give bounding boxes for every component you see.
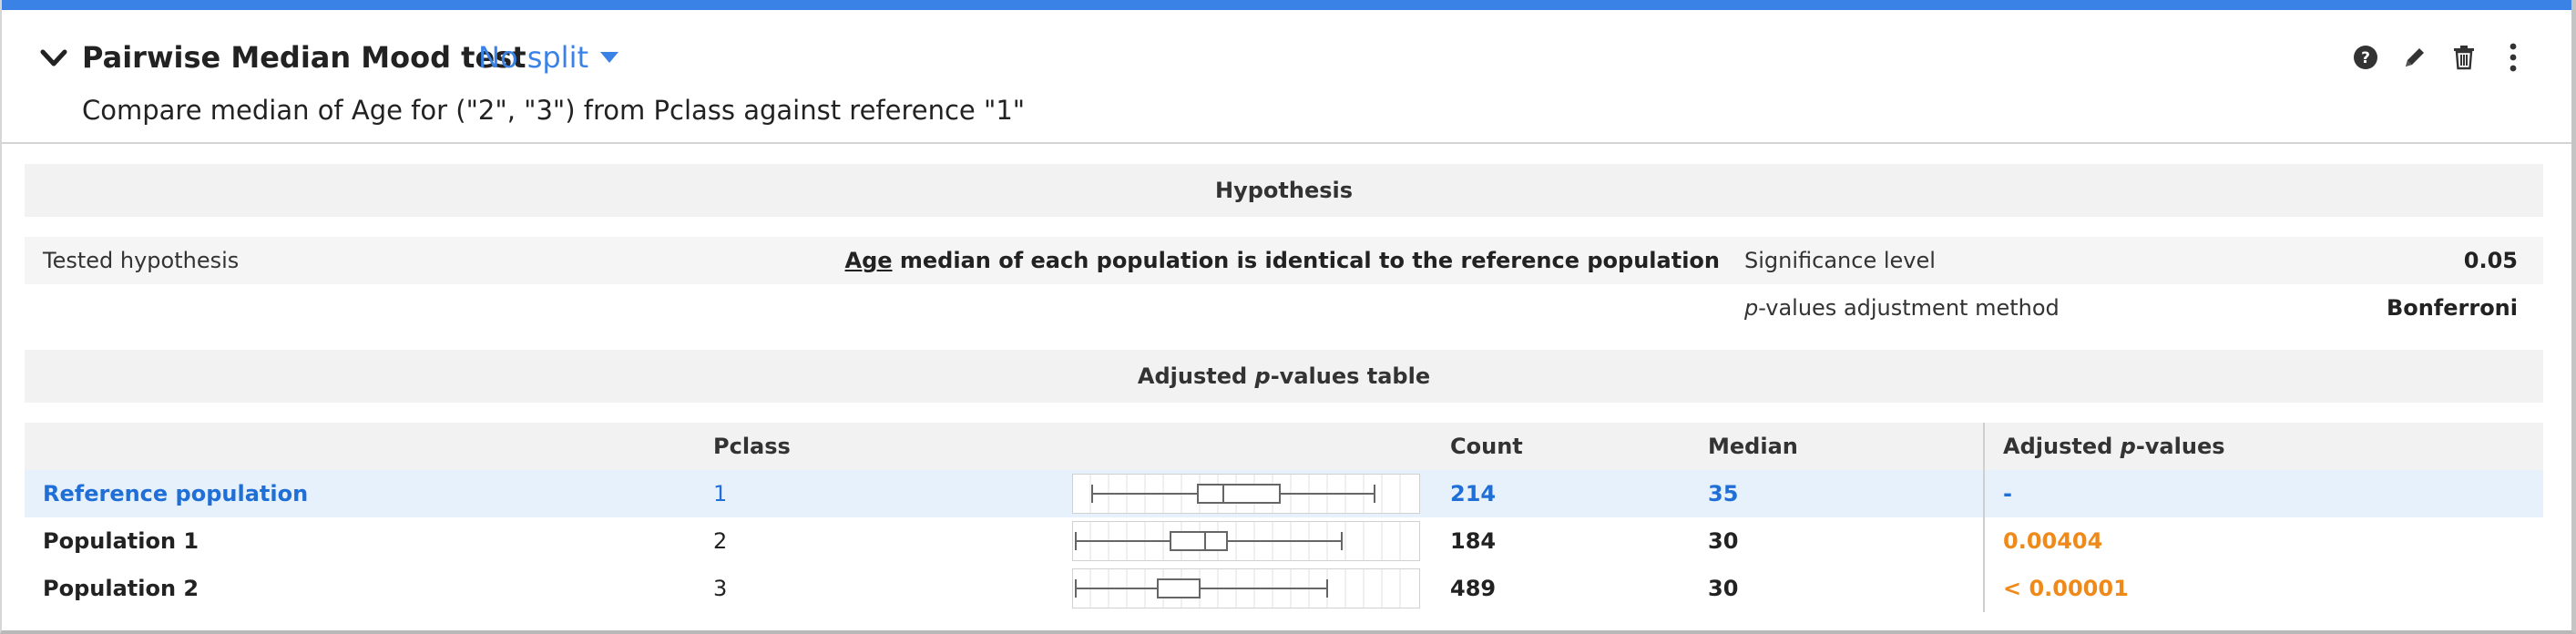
- pclass-value: 2: [713, 528, 728, 554]
- trash-icon: [2454, 46, 2474, 70]
- population-name: Population 1: [43, 528, 199, 554]
- tested-hypothesis-text: median of each population is identical t…: [892, 248, 1720, 273]
- split-dropdown[interactable]: No split: [478, 37, 619, 77]
- significance-level-value: 0.05: [2463, 248, 2518, 273]
- caret-down-icon: [600, 52, 618, 63]
- adjustment-method-label: p-values adjustment method: [1744, 284, 2060, 332]
- column-header-pclass: Pclass: [713, 434, 791, 459]
- tested-hypothesis-label: Tested hypothesis: [43, 248, 240, 273]
- pclass-value: 1: [713, 481, 728, 506]
- card-accent-bar: [2, 0, 2571, 10]
- help-button[interactable]: ?: [2349, 41, 2382, 74]
- svg-text:?: ?: [2361, 49, 2370, 67]
- mood-test-card: Pairwise Median Mood test No split Compa…: [0, 0, 2576, 634]
- column-header-adjusted-post: -values: [2135, 434, 2225, 459]
- adjustment-method-label-text: -values adjustment method: [1758, 295, 2060, 321]
- adjusted-pvalue: < 0.00001: [2003, 576, 2129, 601]
- adjusted-pvalue: -: [2003, 481, 2012, 506]
- table-row: Population 1 2 184 30 0.00404: [25, 517, 2543, 565]
- split-dropdown-label: No split: [478, 40, 588, 75]
- median-value: 30: [1708, 528, 1739, 554]
- table-row: Reference population 1 214 35 -: [25, 470, 2543, 517]
- card-title: Pairwise Median Mood test: [82, 40, 526, 75]
- tested-hypothesis-value: Age median of each population is identic…: [845, 237, 1721, 284]
- section-title-pre: Adjusted: [1137, 363, 1255, 389]
- median-value: 30: [1708, 576, 1739, 601]
- table-row: Population 2 3 489 30 < 0.00001: [25, 565, 2543, 612]
- significance-level-label: Significance level: [1744, 248, 1936, 273]
- column-header-count: Count: [1450, 434, 1523, 459]
- adjusted-pvalues-section-title: Adjusted p-values table: [1138, 363, 1430, 389]
- edit-button[interactable]: [2398, 41, 2431, 74]
- table-column-divider: [1983, 423, 1985, 612]
- delete-button[interactable]: [2448, 41, 2480, 74]
- p-symbol: p: [2120, 434, 2136, 459]
- boxplot-mini: [1072, 474, 1420, 514]
- p-symbol: p: [1254, 363, 1271, 389]
- count-value: 184: [1450, 528, 1497, 554]
- table-header-row: Pclass Count Median Adjusted p-values: [25, 423, 2543, 470]
- median-value: 35: [1708, 481, 1739, 506]
- section-title-post: -values table: [1270, 363, 1431, 389]
- hypothesis-section-header: Hypothesis: [25, 164, 2543, 217]
- adjusted-pvalue: 0.00404: [2003, 528, 2103, 554]
- column-header-median: Median: [1708, 434, 1798, 459]
- card-subtitle: Compare median of Age for ("2", "3") fro…: [82, 95, 1026, 126]
- population-name: Population 2: [43, 576, 199, 601]
- pencil-icon: [2406, 48, 2424, 66]
- more-options-button[interactable]: [2497, 41, 2530, 74]
- adjustment-method-row: p-values adjustment method Bonferroni: [25, 284, 2543, 332]
- boxplot-mini: [1072, 568, 1420, 608]
- pclass-value: 3: [713, 576, 728, 601]
- adjustment-method-value: Bonferroni: [2386, 295, 2518, 321]
- chevron-down-icon[interactable]: [38, 43, 69, 74]
- card-header: Pairwise Median Mood test No split Compa…: [2, 10, 2571, 144]
- tested-hypothesis-row: Tested hypothesis Age median of each pop…: [25, 237, 2543, 284]
- population-name: Reference population: [43, 481, 309, 506]
- p-symbol: p: [1744, 295, 1759, 321]
- help-icon: ?: [2354, 46, 2377, 69]
- card-toolbar: ?: [2333, 41, 2530, 74]
- column-header-adjusted-pre: Adjusted: [2003, 434, 2121, 459]
- more-vertical-icon: [2510, 43, 2517, 72]
- boxplot-mini: [1072, 521, 1420, 561]
- hypothesis-section-title: Hypothesis: [1214, 178, 1354, 203]
- count-value: 214: [1450, 481, 1497, 506]
- tested-variable: Age: [844, 248, 893, 273]
- count-value: 489: [1450, 576, 1497, 601]
- adjusted-pvalues-section-header: Adjusted p-values table: [25, 350, 2543, 403]
- column-header-adjusted-pvalues: Adjusted p-values: [2003, 423, 2225, 470]
